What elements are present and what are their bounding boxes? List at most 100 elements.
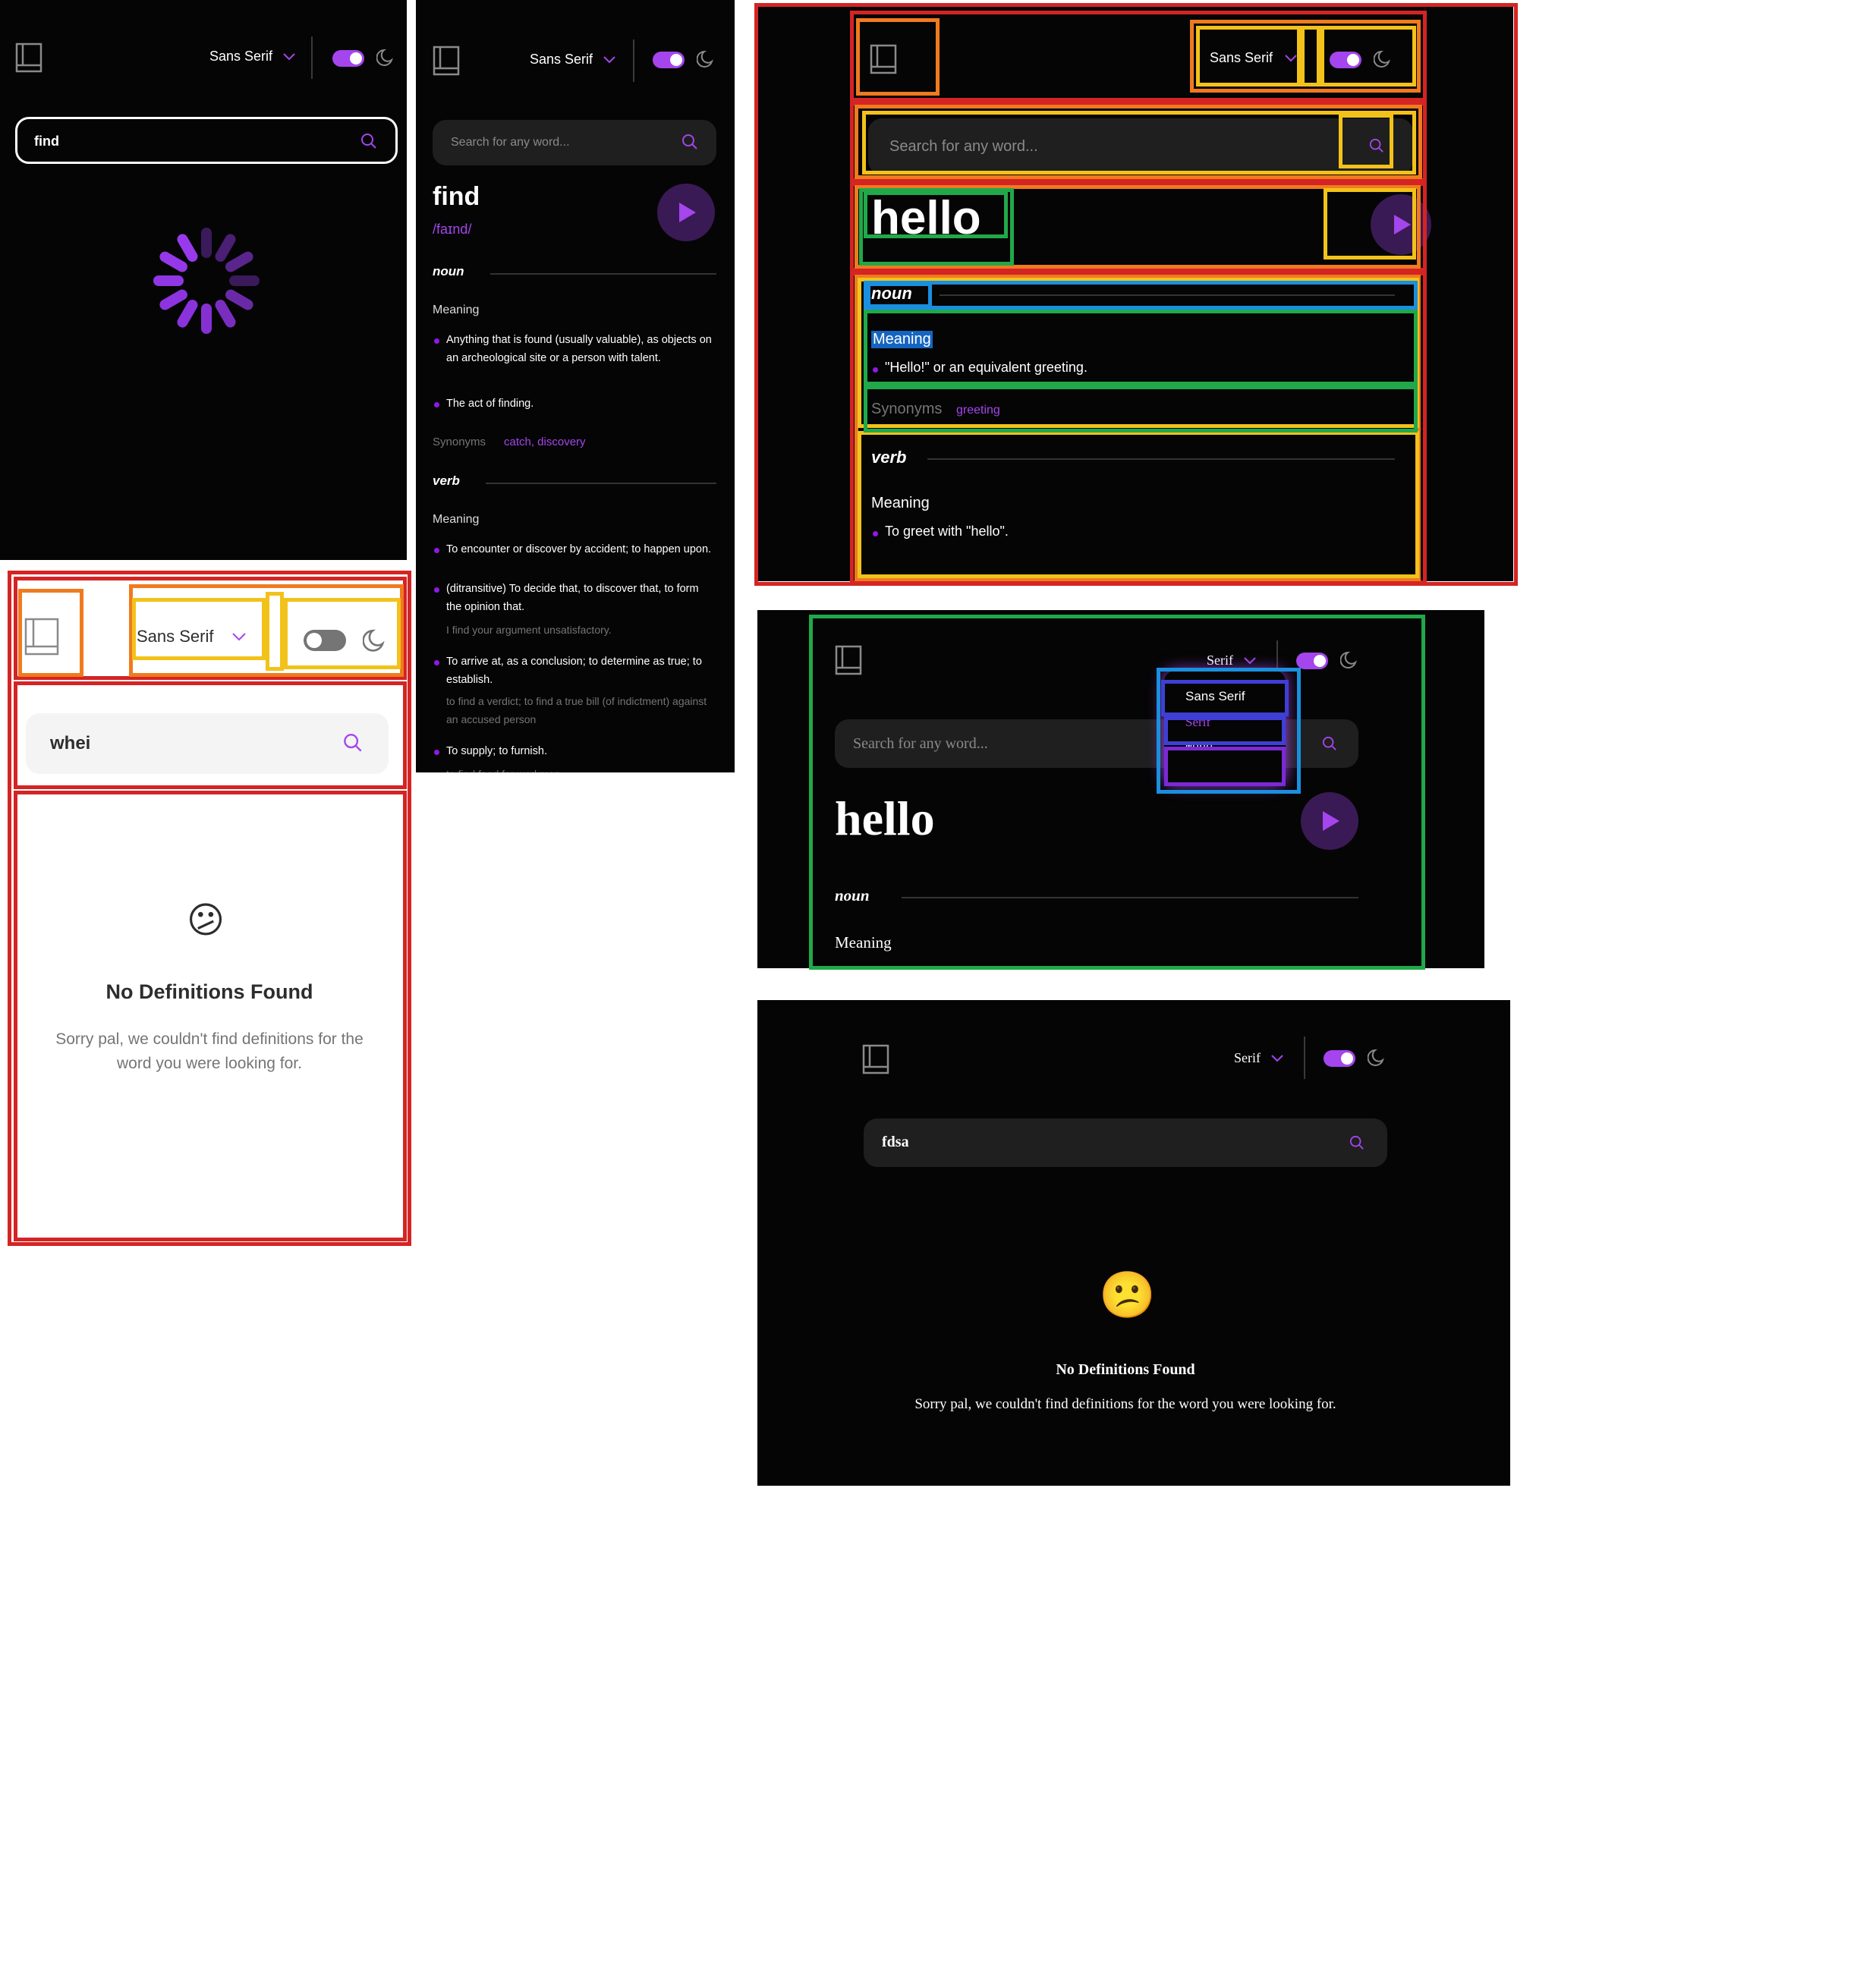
- search-input-value: fdsa: [882, 1134, 909, 1150]
- list-bullet: [873, 367, 878, 373]
- font-select[interactable]: Sans Serif: [1210, 50, 1297, 66]
- chevron-down-icon: [1285, 54, 1297, 62]
- font-select[interactable]: Serif: [1207, 653, 1256, 668]
- font-option-mono[interactable]: Mono: [1185, 741, 1213, 753]
- font-select[interactable]: Sans Serif: [530, 52, 615, 68]
- chevron-down-icon: [1244, 656, 1256, 665]
- verb-label: verb: [871, 448, 907, 467]
- confused-face-icon: 😕: [1099, 1270, 1156, 1320]
- noun-label: noun: [871, 284, 912, 303]
- search-icon[interactable]: [343, 733, 363, 753]
- noun-divider: [902, 897, 1358, 898]
- word-title: hello: [871, 192, 981, 244]
- example-text: I find your argument unsatisfactory.: [446, 624, 612, 636]
- noun-label: noun: [835, 886, 870, 904]
- example-text: to find food for workmen: [446, 765, 716, 772]
- synonyms-label: Synonyms: [871, 401, 943, 417]
- search-icon[interactable]: [1322, 736, 1337, 751]
- panel-no-definitions-light: Sans Serif whei 😕 No Definitions Found S…: [8, 575, 411, 1255]
- example-text: to find a verdict; to find a true bill (…: [446, 695, 707, 725]
- font-select-label: Sans Serif: [1210, 50, 1273, 65]
- search-placeholder: Search for any word...: [889, 138, 1038, 155]
- chevron-down-icon: [1271, 1054, 1283, 1062]
- theme-toggle[interactable]: [1296, 653, 1328, 669]
- book-icon: [870, 44, 897, 74]
- list-bullet: [434, 548, 439, 553]
- font-select[interactable]: Sans Serif: [137, 627, 246, 646]
- font-dropdown-menu: Sans Serif Serif Mono: [1164, 671, 1286, 785]
- search-placeholder: Search for any word...: [853, 735, 988, 752]
- theme-toggle[interactable]: [1330, 52, 1361, 68]
- meaning-label: Meaning: [871, 331, 933, 348]
- moon-icon[interactable]: [363, 627, 389, 653]
- confused-face-icon: 😕: [187, 901, 225, 941]
- panel-loading: Sans Serif find: [0, 0, 407, 560]
- list-bullet: [434, 750, 439, 755]
- moon-icon[interactable]: [697, 49, 716, 68]
- font-option-serif[interactable]: Serif: [1185, 715, 1210, 730]
- no-definitions-title: No Definitions Found: [105, 980, 313, 1003]
- meaning-label: Meaning: [433, 513, 480, 526]
- search-icon[interactable]: [1369, 138, 1384, 153]
- meaning-label: Meaning: [835, 933, 892, 952]
- font-select-label: Sans Serif: [530, 52, 593, 67]
- list-bullet: [434, 660, 439, 665]
- font-option-sans-serif[interactable]: Sans Serif: [1185, 689, 1245, 704]
- noun-divider: [490, 273, 716, 275]
- phonetic: /faɪnd/: [433, 222, 472, 237]
- chevron-down-icon: [283, 52, 295, 61]
- no-definitions-message: Sorry pal, we couldn't find definitions …: [914, 1396, 1336, 1412]
- font-select-label: Sans Serif: [209, 49, 273, 64]
- synonyms-links[interactable]: catch, discovery: [504, 436, 586, 448]
- search-input-value: find: [34, 134, 59, 149]
- definition-item: To supply; to furnish.: [446, 745, 547, 757]
- list-bullet: [873, 531, 878, 536]
- play-button[interactable]: [1371, 194, 1431, 255]
- meaning-label: Meaning: [871, 495, 930, 511]
- synonyms-label: Synonyms: [433, 436, 486, 448]
- play-button[interactable]: [1301, 792, 1358, 850]
- search-input[interactable]: fdsa: [864, 1118, 1387, 1167]
- search-icon[interactable]: [681, 134, 698, 150]
- definition-item: The act of finding.: [446, 398, 534, 410]
- noun-label: noun: [433, 264, 464, 278]
- panel-find: Sans Serif Search for any word... find /…: [416, 0, 735, 772]
- definition-item: Anything that is found (usually valuable…: [446, 334, 712, 364]
- search-input[interactable]: Search for any word...: [868, 118, 1413, 175]
- list-bullet: [434, 338, 439, 344]
- search-input-value: whei: [50, 733, 91, 753]
- search-input[interactable]: find: [15, 117, 398, 164]
- definition-item: (ditransitive) To decide that, to discov…: [446, 583, 699, 613]
- search-input[interactable]: Search for any word...: [433, 120, 716, 165]
- panel-font-dropdown: Serif Search for any word... Sans Serif …: [757, 610, 1484, 968]
- definition-item: "Hello!" or an equivalent greeting.: [885, 360, 1088, 375]
- font-select-label: Sans Serif: [137, 627, 214, 646]
- font-select[interactable]: Serif: [1234, 1050, 1283, 1066]
- theme-toggle[interactable]: [1324, 1050, 1355, 1067]
- list-bullet: [434, 402, 439, 407]
- book-icon: [862, 1044, 889, 1074]
- panel-no-definitions-dark: Serif fdsa 😕 No Definitions Found Sorry …: [757, 1000, 1510, 1486]
- header-divider: [311, 36, 313, 79]
- theme-toggle[interactable]: [332, 50, 364, 67]
- no-definitions-title: No Definitions Found: [1056, 1361, 1195, 1378]
- font-select-label: Serif: [1234, 1050, 1261, 1065]
- moon-icon[interactable]: [1340, 650, 1360, 669]
- noun-divider: [940, 294, 1395, 296]
- search-icon[interactable]: [1349, 1135, 1365, 1150]
- search-icon[interactable]: [360, 133, 377, 149]
- header-divider: [1304, 1037, 1305, 1079]
- synonyms-link[interactable]: greeting: [956, 404, 1000, 417]
- moon-icon[interactable]: [1368, 1047, 1387, 1067]
- chevron-down-icon: [231, 632, 246, 641]
- header-divider: [633, 39, 634, 82]
- font-select[interactable]: Sans Serif: [209, 49, 295, 64]
- definition-item: To greet with "hello".: [885, 524, 1009, 539]
- play-button[interactable]: [657, 184, 715, 241]
- theme-toggle[interactable]: [653, 52, 685, 68]
- search-input[interactable]: whei: [26, 713, 389, 774]
- theme-toggle[interactable]: [304, 630, 346, 651]
- moon-icon[interactable]: [376, 47, 396, 67]
- verb-divider: [486, 483, 716, 484]
- moon-icon[interactable]: [1374, 49, 1393, 68]
